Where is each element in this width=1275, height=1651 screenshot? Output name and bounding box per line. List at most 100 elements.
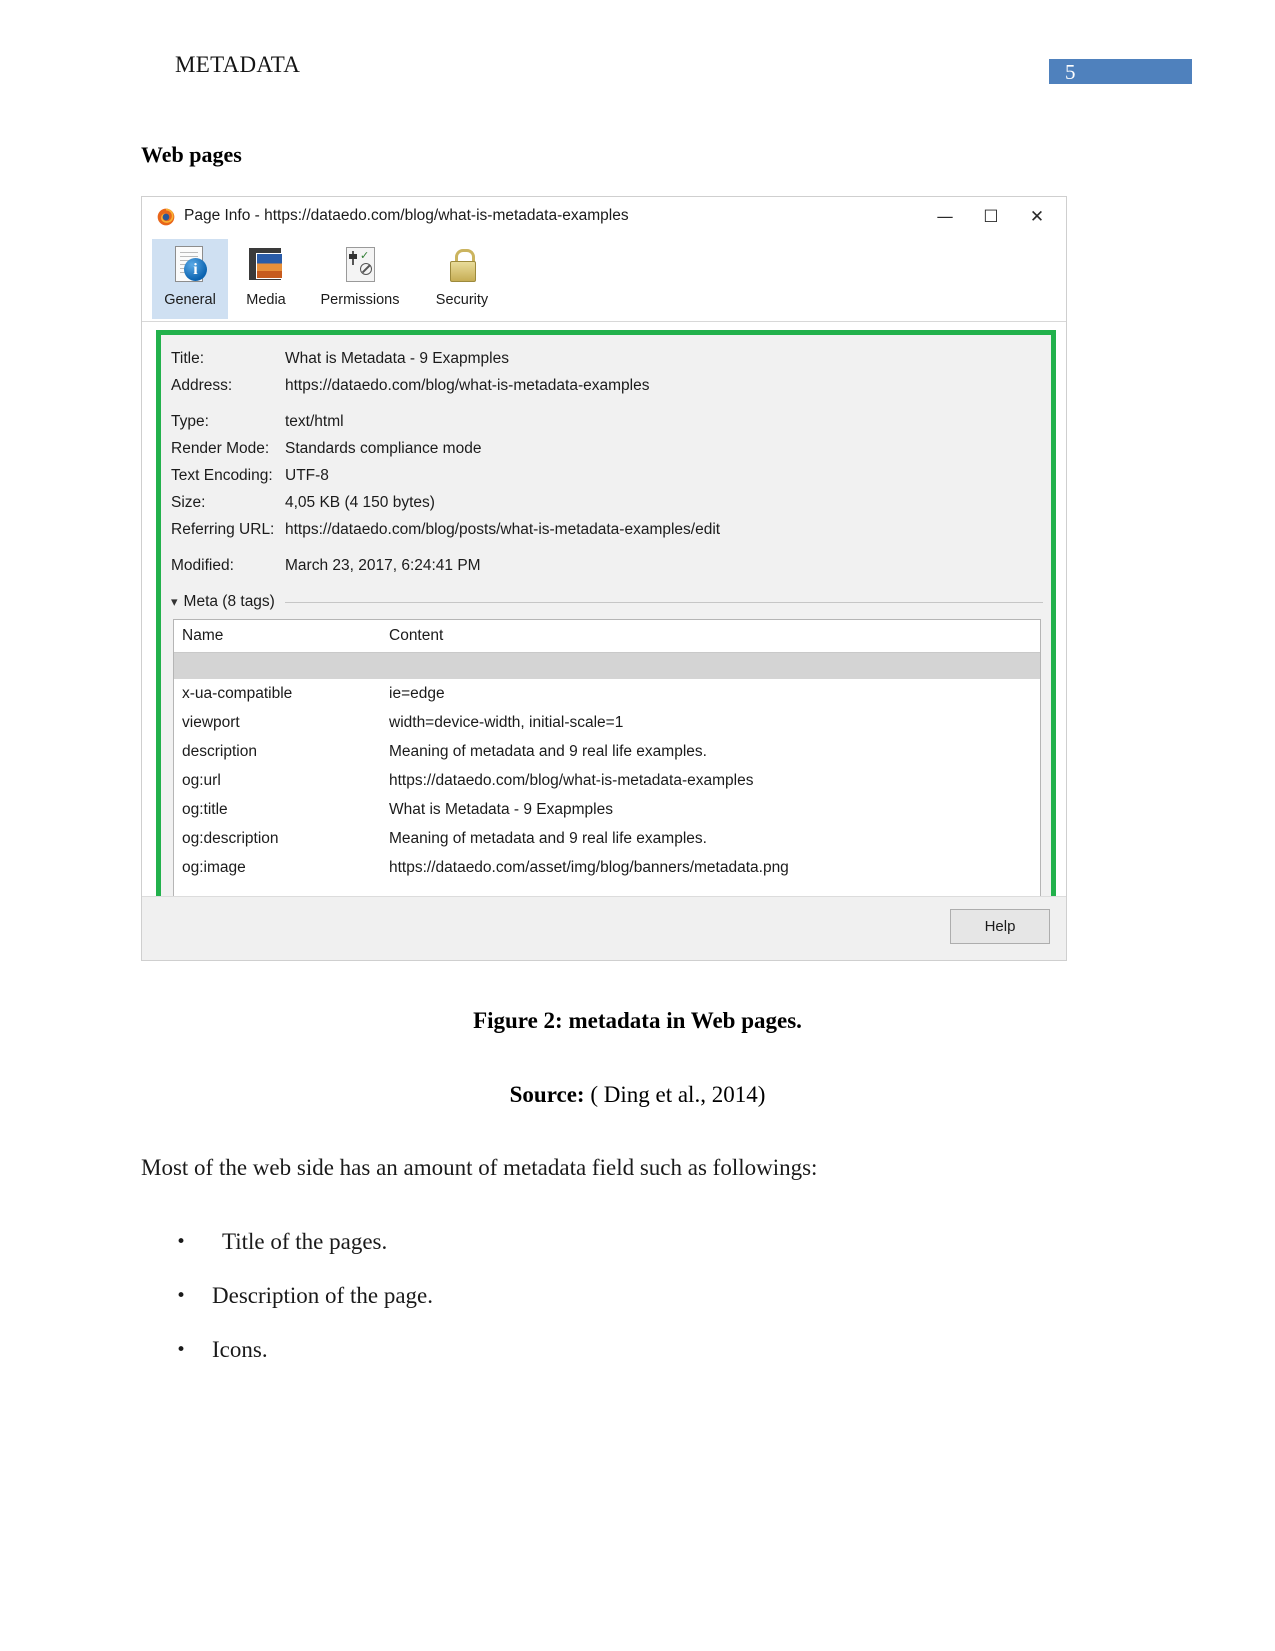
table-row[interactable]: viewport width=device-width, initial-sca…	[174, 708, 1040, 737]
meta-table-header-row: Name Content	[174, 620, 1040, 653]
field-text-encoding: Text Encoding: UTF-8	[161, 462, 1051, 489]
field-spacer-2	[161, 543, 1051, 552]
body-paragraph: Most of the web side has an amount of me…	[141, 1155, 818, 1180]
tab-strip: i General Media ✓ Permissions Security	[142, 239, 1066, 322]
general-info-icon: i	[167, 243, 213, 289]
field-render-mode-value: Standards compliance mode	[285, 440, 482, 457]
field-referring-url-label: Referring URL:	[171, 521, 275, 538]
meta-content: width=device-width, initial-scale=1	[389, 713, 624, 731]
list-item-label: Title of the pages.	[222, 1229, 388, 1254]
meta-name: og:description	[182, 829, 279, 847]
field-render-mode: Render Mode: Standards compliance mode	[161, 435, 1051, 462]
meta-content: What is Metadata - 9 Exapmples	[389, 800, 613, 818]
field-modified-value: March 23, 2017, 6:24:41 PM	[285, 557, 481, 574]
tab-media[interactable]: Media	[228, 239, 304, 319]
list-item: • Icons.	[176, 1336, 876, 1390]
meta-section-header[interactable]: ▾ Meta (8 tags)	[171, 593, 1051, 611]
list-item-label: Icons.	[212, 1337, 268, 1362]
bullet-icon: •	[176, 1232, 187, 1252]
tab-media-label: Media	[246, 292, 286, 308]
figure-caption: Figure 2: metadata in Web pages.	[473, 1008, 802, 1033]
figure-source: Source: ( Ding et al., 2014)	[0, 1082, 1275, 1108]
table-row[interactable]: og:url https://dataedo.com/blog/what-is-…	[174, 766, 1040, 795]
field-size-value: 4,05 KB (4 150 bytes)	[285, 494, 435, 511]
page-info-window: Page Info - https://dataedo.com/blog/wha…	[141, 196, 1067, 961]
security-padlock-icon	[439, 243, 485, 289]
chevron-down-icon[interactable]: ▾	[171, 595, 178, 610]
meta-name: x-ua-compatible	[182, 684, 293, 702]
field-spacer	[161, 399, 1051, 408]
help-button[interactable]: Help	[950, 909, 1050, 944]
meta-content: ie=edge	[389, 684, 445, 702]
field-type-value: text/html	[285, 413, 344, 430]
table-row[interactable]: description Meaning of metadata and 9 re…	[174, 737, 1040, 766]
list-item: • Title of the pages.	[176, 1228, 876, 1282]
field-title: Title: What is Metadata - 9 Exapmples	[161, 345, 1051, 372]
bullet-icon: •	[176, 1286, 187, 1306]
permissions-sliders-icon: ✓	[337, 243, 383, 289]
field-text-encoding-value: UTF-8	[285, 467, 329, 484]
meta-name: description	[182, 742, 257, 760]
table-row-selected-blank[interactable]	[174, 653, 1040, 679]
field-type: Type: text/html	[161, 408, 1051, 435]
window-controls: — ☐ ✕	[922, 201, 1060, 233]
section-heading: Web pages	[141, 142, 242, 167]
field-render-mode-label: Render Mode:	[171, 440, 270, 457]
general-tab-panel: Title: What is Metadata - 9 Exapmples Ad…	[156, 330, 1056, 937]
field-size-label: Size:	[171, 494, 206, 511]
tab-permissions-label: Permissions	[320, 292, 400, 308]
field-address: Address: https://dataedo.com/blog/what-i…	[161, 372, 1051, 399]
tab-general-label: General	[164, 292, 216, 308]
bullet-list: • Title of the pages. • Description of t…	[176, 1228, 876, 1390]
field-address-label: Address:	[171, 377, 233, 394]
window-title-text: Page Info - https://dataedo.com/blog/wha…	[184, 207, 629, 224]
meta-content: https://dataedo.com/blog/what-is-metadat…	[389, 771, 754, 789]
tab-permissions[interactable]: ✓ Permissions	[304, 239, 416, 319]
field-type-label: Type:	[171, 413, 209, 430]
meta-name: og:image	[182, 858, 246, 876]
field-title-label: Title:	[171, 350, 205, 367]
column-header-name[interactable]: Name	[174, 627, 389, 645]
field-text-encoding-label: Text Encoding:	[171, 467, 273, 484]
tab-security[interactable]: Security	[416, 239, 508, 319]
page-number-badge: 5	[1049, 59, 1192, 84]
meta-name: og:url	[182, 771, 221, 789]
field-address-value: https://dataedo.com/blog/what-is-metadat…	[285, 377, 650, 394]
meta-name: og:title	[182, 800, 228, 818]
page-number-text: 5	[1065, 60, 1076, 84]
maximize-button[interactable]: ☐	[968, 201, 1014, 233]
source-citation: ( Ding et al., 2014)	[590, 1082, 766, 1107]
table-row[interactable]: og:image https://dataedo.com/asset/img/b…	[174, 853, 1040, 882]
meta-section-title: Meta (8 tags)	[183, 593, 275, 610]
bullet-icon: •	[176, 1340, 187, 1360]
tab-security-label: Security	[435, 292, 489, 308]
column-header-content[interactable]: Content	[389, 627, 443, 645]
source-label: Source:	[509, 1082, 585, 1107]
document-header: METADATA 5	[0, 52, 1275, 92]
meta-tags-table[interactable]: Name Content x-ua-compatible ie=edge vie…	[173, 619, 1041, 937]
window-titlebar: Page Info - https://dataedo.com/blog/wha…	[142, 197, 1066, 239]
table-row[interactable]: og:title What is Metadata - 9 Exapmples	[174, 795, 1040, 824]
dialog-footer: Help	[142, 896, 1066, 960]
close-button[interactable]: ✕	[1014, 201, 1060, 233]
table-row[interactable]: og:description Meaning of metadata and 9…	[174, 824, 1040, 853]
minimize-button[interactable]: —	[922, 201, 968, 233]
meta-content: Meaning of metadata and 9 real life exam…	[389, 829, 707, 847]
field-modified-label: Modified:	[171, 557, 234, 574]
field-referring-url: Referring URL: https://dataedo.com/blog/…	[161, 516, 1051, 543]
firefox-icon	[157, 208, 175, 226]
meta-content: https://dataedo.com/asset/img/blog/banne…	[389, 858, 789, 876]
meta-content: Meaning of metadata and 9 real life exam…	[389, 742, 707, 760]
media-filmstrip-icon	[243, 243, 289, 289]
list-item-label: Description of the page.	[212, 1283, 433, 1308]
meta-section-rule	[284, 601, 1043, 603]
table-row[interactable]: x-ua-compatible ie=edge	[174, 679, 1040, 708]
field-referring-url-value: https://dataedo.com/blog/posts/what-is-m…	[285, 521, 721, 538]
header-title: METADATA	[175, 52, 301, 77]
field-modified: Modified: March 23, 2017, 6:24:41 PM	[161, 552, 1051, 579]
field-size: Size: 4,05 KB (4 150 bytes)	[161, 489, 1051, 516]
list-item: • Description of the page.	[176, 1282, 876, 1336]
field-title-value: What is Metadata - 9 Exapmples	[285, 350, 509, 367]
meta-name: viewport	[182, 713, 240, 731]
tab-general[interactable]: i General	[152, 239, 228, 319]
